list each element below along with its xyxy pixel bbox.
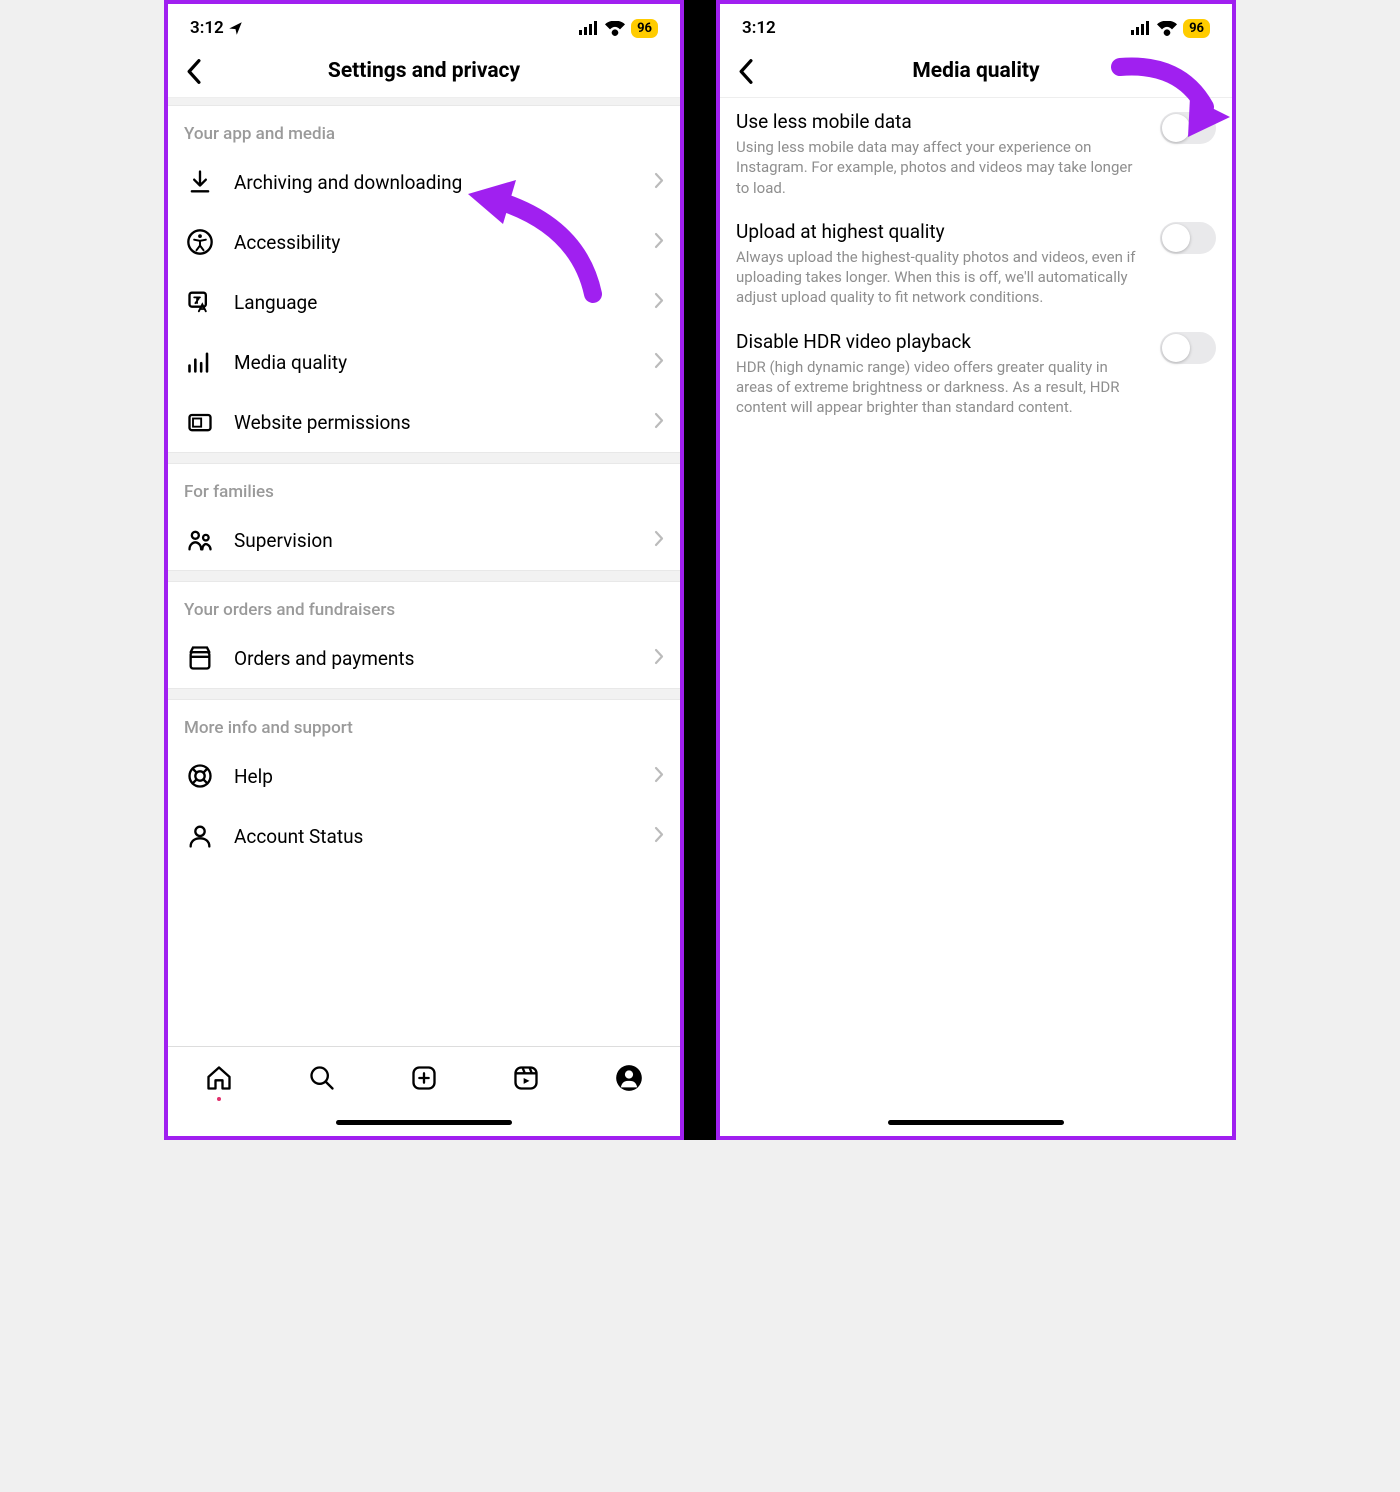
toggle-title: Disable HDR video playback bbox=[736, 330, 1146, 353]
row-label: Accessibility bbox=[234, 231, 654, 254]
row-supervision[interactable]: Supervision bbox=[168, 510, 680, 570]
row-label: Help bbox=[234, 765, 654, 788]
chevron-right-icon bbox=[654, 530, 664, 551]
section-header-app-media: Your app and media bbox=[168, 106, 680, 152]
row-label: Website permissions bbox=[234, 411, 654, 434]
orders-icon bbox=[184, 642, 216, 674]
cellular-icon bbox=[579, 21, 599, 35]
settings-list[interactable]: Your app and media Archiving and downloa… bbox=[168, 98, 680, 1046]
download-icon bbox=[184, 166, 216, 198]
header: Settings and privacy bbox=[168, 48, 680, 98]
chevron-right-icon bbox=[654, 412, 664, 433]
reels-icon bbox=[512, 1064, 540, 1092]
tab-reels[interactable] bbox=[510, 1062, 542, 1094]
tab-bar bbox=[168, 1046, 680, 1108]
media-quality-list[interactable]: Use less mobile data Using less mobile d… bbox=[720, 98, 1232, 1108]
row-account-status[interactable]: Account Status bbox=[168, 806, 680, 866]
chevron-left-icon bbox=[737, 58, 754, 84]
toggle-use-less-mobile-data[interactable] bbox=[1160, 112, 1216, 144]
media-quality-icon bbox=[184, 346, 216, 378]
row-orders-and-payments[interactable]: Orders and payments bbox=[168, 628, 680, 688]
accessibility-icon bbox=[184, 226, 216, 258]
row-label: Account Status bbox=[234, 825, 654, 848]
section-divider bbox=[168, 688, 680, 700]
toggle-desc: Using less mobile data may affect your e… bbox=[736, 137, 1146, 198]
language-icon bbox=[184, 286, 216, 318]
wifi-icon bbox=[605, 21, 625, 36]
website-icon bbox=[184, 406, 216, 438]
chevron-right-icon bbox=[654, 352, 664, 373]
chevron-right-icon bbox=[654, 292, 664, 313]
section-divider bbox=[168, 98, 680, 106]
row-label: Orders and payments bbox=[234, 647, 654, 670]
chevron-right-icon bbox=[654, 766, 664, 787]
screenshot-settings-and-privacy: 3:12 96 Settings and privacy Your app an… bbox=[164, 0, 684, 1140]
tab-create[interactable] bbox=[408, 1062, 440, 1094]
row-label: Archiving and downloading bbox=[234, 171, 654, 194]
plus-square-icon bbox=[410, 1064, 438, 1092]
supervision-icon bbox=[184, 524, 216, 556]
row-label: Language bbox=[234, 291, 654, 314]
help-icon bbox=[184, 760, 216, 792]
toggle-desc: Always upload the highest-quality photos… bbox=[736, 247, 1146, 308]
page-title: Settings and privacy bbox=[328, 59, 520, 83]
section-header-orders: Your orders and fundraisers bbox=[168, 582, 680, 628]
toggle-title: Upload at highest quality bbox=[736, 220, 1146, 243]
account-icon bbox=[184, 820, 216, 852]
toggle-upload-highest-quality[interactable] bbox=[1160, 222, 1216, 254]
home-icon bbox=[205, 1064, 233, 1092]
row-label: Media quality bbox=[234, 351, 654, 374]
status-time: 3:12 bbox=[742, 18, 776, 38]
row-website-permissions[interactable]: Website permissions bbox=[168, 392, 680, 452]
chevron-right-icon bbox=[654, 648, 664, 669]
section-divider bbox=[168, 452, 680, 464]
status-time: 3:12 bbox=[190, 18, 224, 38]
tab-home[interactable] bbox=[203, 1062, 235, 1094]
chevron-right-icon bbox=[654, 826, 664, 847]
toggle-title: Use less mobile data bbox=[736, 110, 1146, 133]
back-button[interactable] bbox=[178, 56, 208, 86]
tab-search[interactable] bbox=[306, 1062, 338, 1094]
row-media-quality[interactable]: Media quality bbox=[168, 332, 680, 392]
row-language[interactable]: Language bbox=[168, 272, 680, 332]
wifi-icon bbox=[1157, 21, 1177, 36]
back-button[interactable] bbox=[730, 56, 760, 86]
page-title: Media quality bbox=[912, 59, 1039, 83]
screenshot-media-quality: 3:12 96 Media quality Use less mobile da… bbox=[716, 0, 1236, 1140]
toggle-disable-hdr-playback[interactable] bbox=[1160, 332, 1216, 364]
row-upload-highest-quality: Upload at highest quality Always upload … bbox=[720, 208, 1232, 318]
section-header-families: For families bbox=[168, 464, 680, 510]
header: Media quality bbox=[720, 48, 1232, 98]
cellular-icon bbox=[1131, 21, 1151, 35]
location-icon bbox=[228, 21, 243, 36]
chevron-right-icon bbox=[654, 232, 664, 253]
status-bar: 3:12 96 bbox=[720, 4, 1232, 48]
tab-profile[interactable] bbox=[613, 1062, 645, 1094]
chevron-right-icon bbox=[654, 172, 664, 193]
battery-badge: 96 bbox=[1183, 19, 1210, 38]
row-disable-hdr-playback: Disable HDR video playback HDR (high dyn… bbox=[720, 318, 1232, 428]
row-help[interactable]: Help bbox=[168, 746, 680, 806]
toggle-desc: HDR (high dynamic range) video offers gr… bbox=[736, 357, 1146, 418]
chevron-left-icon bbox=[185, 58, 202, 84]
section-header-support: More info and support bbox=[168, 700, 680, 746]
home-indicator bbox=[168, 1108, 680, 1136]
section-divider bbox=[168, 570, 680, 582]
home-indicator bbox=[720, 1108, 1232, 1136]
profile-icon bbox=[615, 1064, 643, 1092]
status-bar: 3:12 96 bbox=[168, 4, 680, 48]
row-label: Supervision bbox=[234, 529, 654, 552]
row-archiving-and-downloading[interactable]: Archiving and downloading bbox=[168, 152, 680, 212]
row-accessibility[interactable]: Accessibility bbox=[168, 212, 680, 272]
search-icon bbox=[308, 1064, 336, 1092]
battery-badge: 96 bbox=[631, 19, 658, 38]
row-use-less-mobile-data: Use less mobile data Using less mobile d… bbox=[720, 98, 1232, 208]
